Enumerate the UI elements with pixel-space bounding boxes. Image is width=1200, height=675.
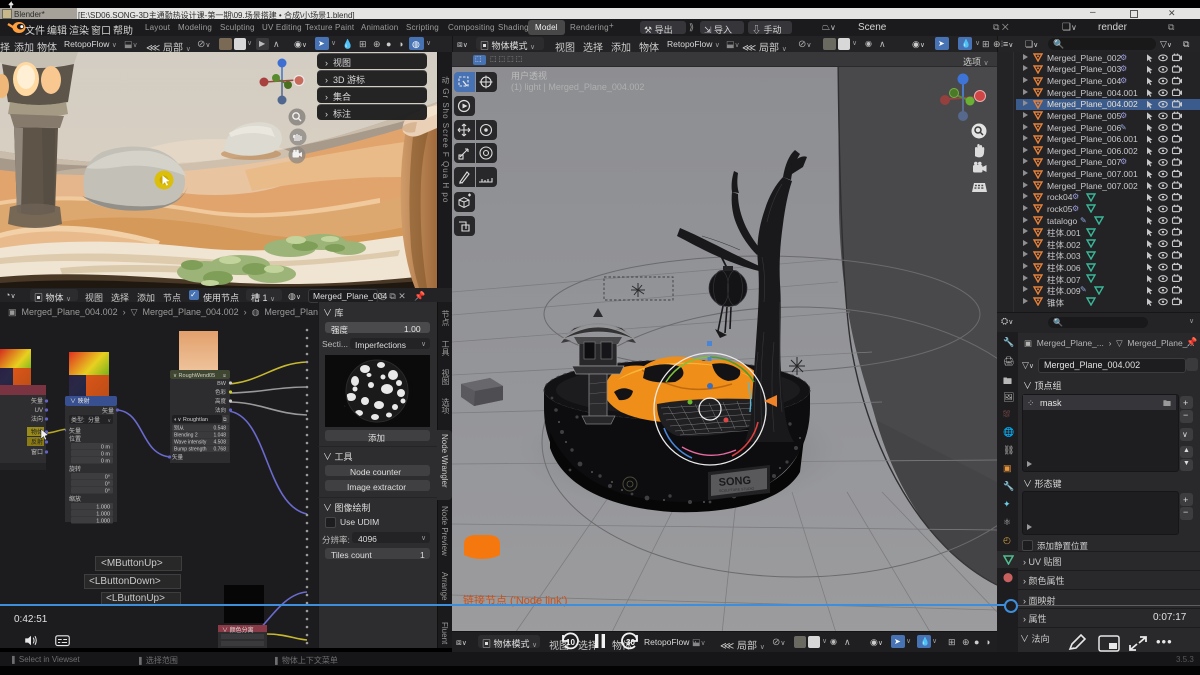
svg-text:0 m: 0 m — [101, 452, 111, 458]
svg-text:1.000: 1.000 — [96, 519, 110, 525]
svg-text:旋转: 旋转 — [69, 465, 81, 473]
svg-text:法向: 法向 — [215, 406, 226, 414]
svg-text:Wave intensity: Wave intensity — [174, 440, 207, 446]
svg-text:0°: 0° — [105, 489, 110, 495]
svg-text:法向: 法向 — [31, 415, 43, 423]
svg-text:矢量: 矢量 — [69, 427, 81, 435]
svg-text:Blending 2: Blending 2 — [174, 433, 198, 439]
svg-text:1.000: 1.000 — [96, 505, 110, 511]
svg-text:∨ 映射: ∨ 映射 — [70, 397, 90, 405]
svg-text:矢量: 矢量 — [172, 453, 184, 461]
svg-text:⧉: ⧉ — [223, 417, 227, 423]
svg-text:别从: 别从 — [174, 425, 184, 432]
svg-text:∨ RoughWend05: ∨ RoughWend05 — [173, 373, 215, 379]
svg-text:Bump strength: Bump strength — [174, 447, 207, 453]
svg-text:30: 30 — [626, 638, 635, 647]
svg-text:0 m: 0 m — [101, 445, 111, 451]
svg-text:0°: 0° — [105, 482, 110, 488]
svg-text:UV: UV — [35, 408, 43, 414]
svg-text:1.048: 1.048 — [213, 433, 226, 439]
svg-text:4.508: 4.508 — [213, 440, 226, 446]
svg-text:1.000: 1.000 — [96, 512, 110, 518]
svg-text:矢量: 矢量 — [102, 407, 114, 415]
svg-text:∨: ∨ — [107, 418, 111, 424]
svg-text:⧈: ⧈ — [223, 373, 226, 379]
svg-text:10: 10 — [566, 638, 575, 647]
svg-text:0.768: 0.768 — [213, 447, 226, 453]
svg-text:0°: 0° — [105, 475, 110, 481]
svg-text:缩放: 缩放 — [69, 495, 81, 503]
svg-text:◐∨ Roughtlan: ◐∨ Roughtlan — [174, 417, 208, 423]
svg-text:位置: 位置 — [69, 435, 81, 443]
svg-text:BW: BW — [217, 381, 227, 387]
svg-text:0 m: 0 m — [101, 459, 111, 465]
svg-text:0.548: 0.548 — [213, 426, 226, 432]
svg-text:反射: 反射 — [31, 438, 43, 446]
svg-text:窗口: 窗口 — [31, 448, 43, 456]
svg-text:高度: 高度 — [215, 397, 227, 405]
svg-text:色彩: 色彩 — [215, 388, 227, 396]
svg-text:类型: 分量: 类型: 分量 — [71, 416, 100, 424]
svg-text:矢量: 矢量 — [31, 397, 43, 405]
